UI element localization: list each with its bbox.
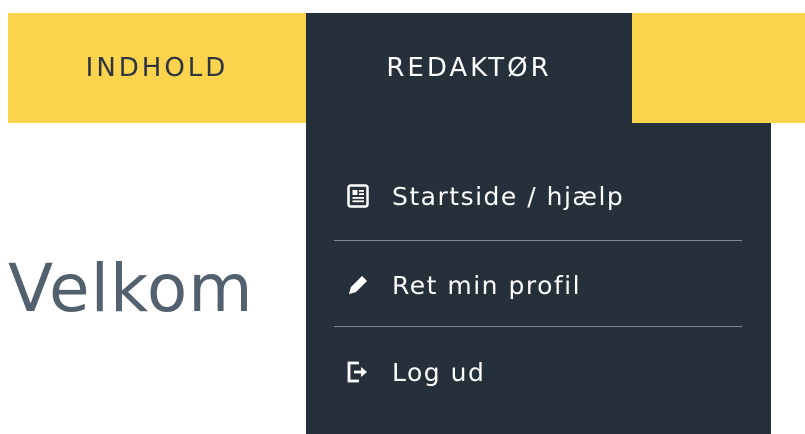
menu-item-label: Ret min profil xyxy=(392,270,582,300)
welcome-heading: Velkom xyxy=(8,250,254,327)
menu-divider xyxy=(334,240,742,241)
menu-item-label: Log ud xyxy=(392,357,486,387)
menu-item-startside[interactable]: Startside / hjælp xyxy=(346,171,746,221)
menu-divider xyxy=(334,326,742,327)
top-navbar: INDHOLD REDAKTØR xyxy=(8,13,805,123)
menu-item-label: Startside / hjælp xyxy=(392,181,625,211)
menu-item-ret-min-profil[interactable]: Ret min profil xyxy=(346,260,746,310)
document-icon xyxy=(346,184,370,208)
logout-icon xyxy=(346,360,370,384)
menu-item-log-ud[interactable]: Log ud xyxy=(346,347,746,397)
nav-item-redaktor[interactable]: REDAKTØR xyxy=(306,13,632,123)
redaktor-dropdown-menu: Startside / hjælp Ret min profil Log ud xyxy=(306,123,771,434)
nav-item-indhold[interactable]: INDHOLD xyxy=(8,13,306,123)
pencil-icon xyxy=(346,273,370,297)
page: INDHOLD REDAKTØR Velkom Startside / hjæl… xyxy=(0,0,805,434)
